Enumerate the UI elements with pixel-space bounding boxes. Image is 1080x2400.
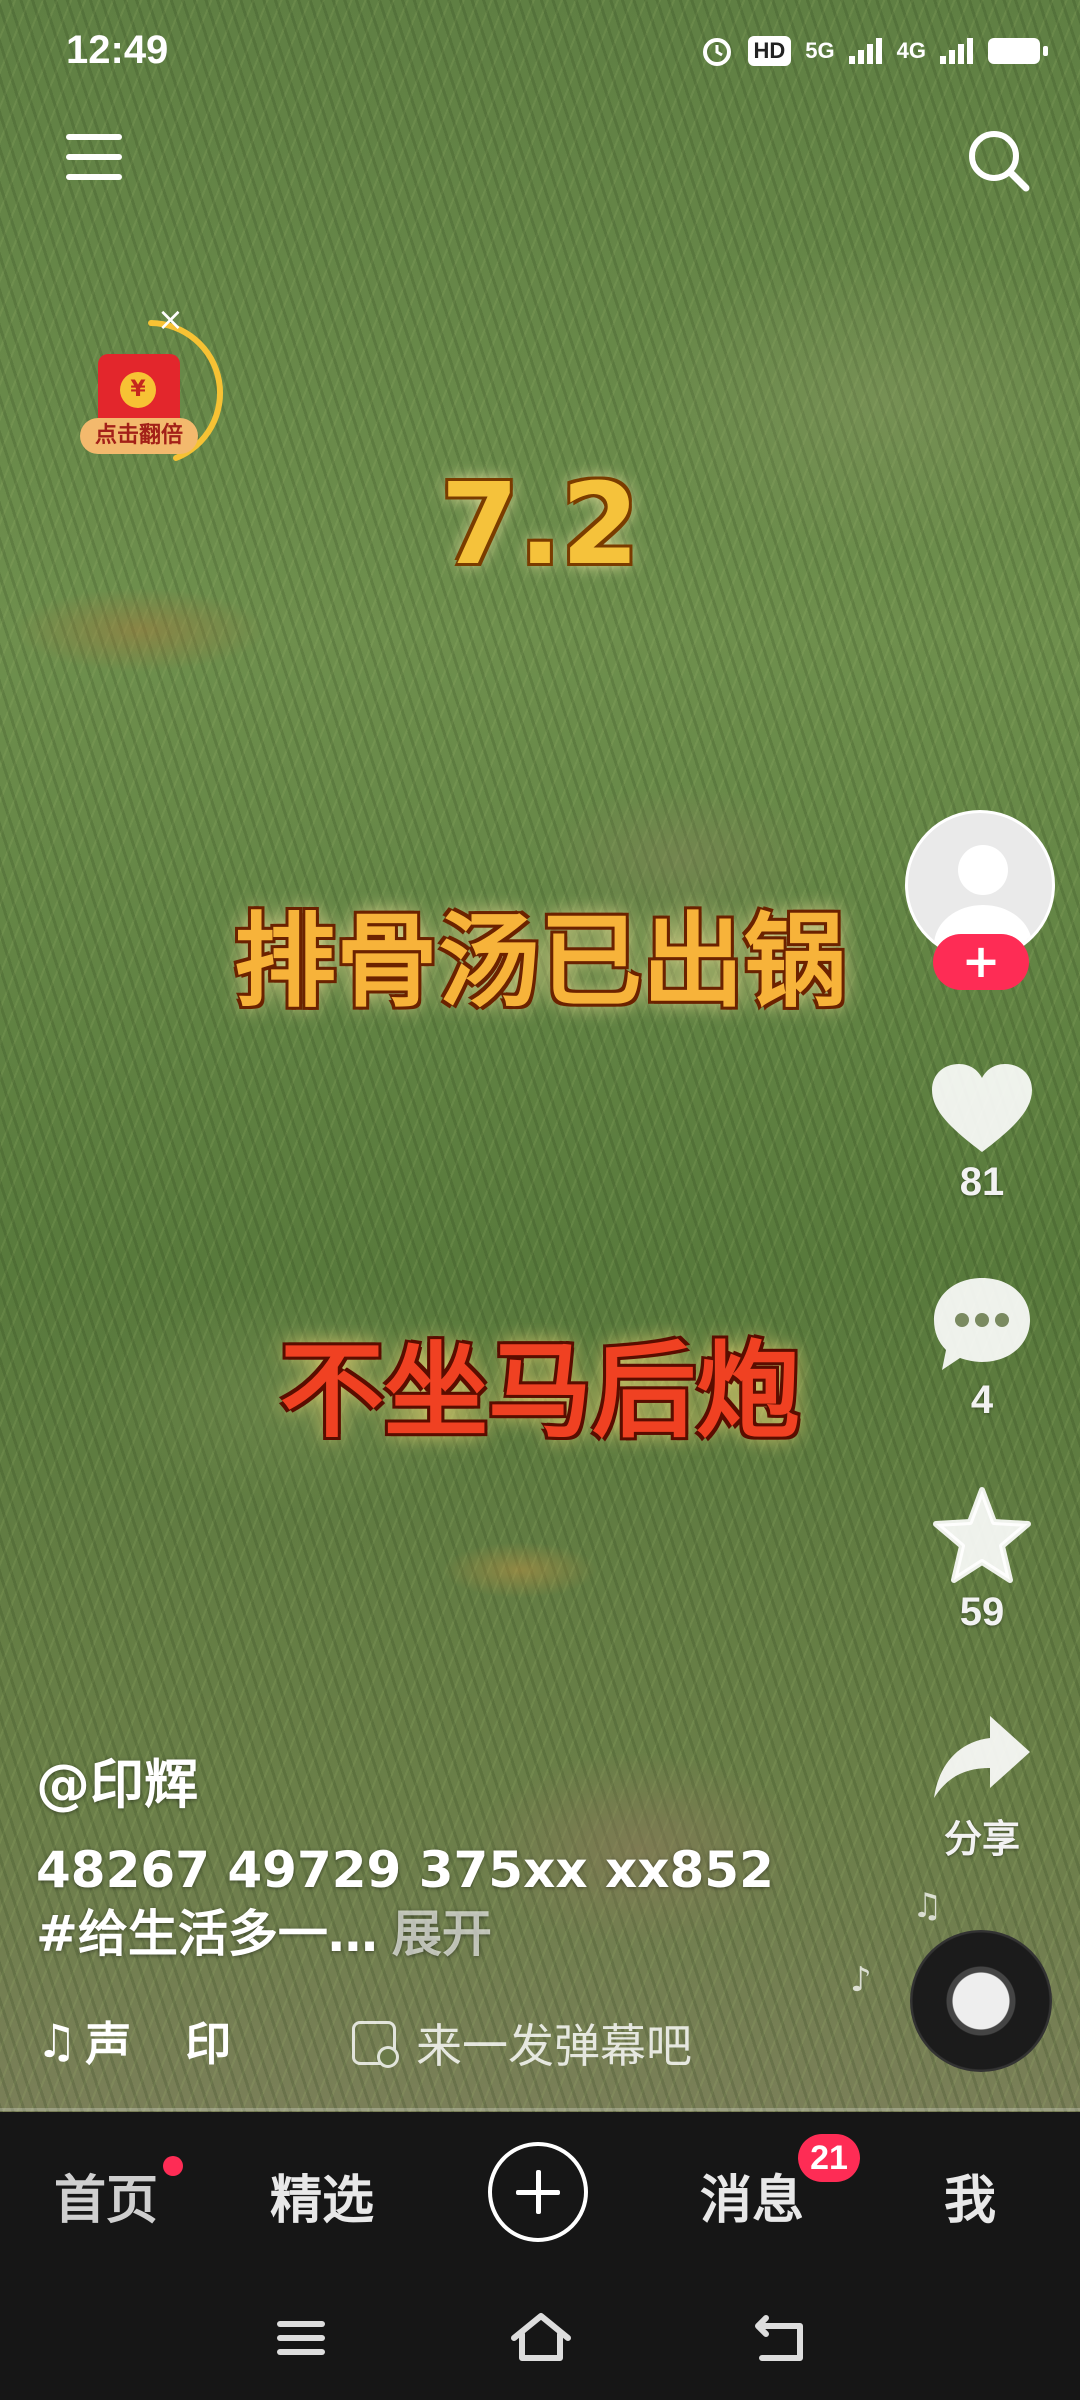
heart-icon <box>932 1064 1032 1152</box>
star-icon <box>933 1487 1031 1583</box>
signal-bars-icon-2 <box>940 38 973 64</box>
comment-count: 4 <box>970 1378 994 1422</box>
music-text-2: 印 <box>185 2017 232 2071</box>
share-arrow-icon <box>934 1716 1030 1798</box>
comment-button[interactable]: 4 <box>920 1274 1044 1423</box>
alarm-icon <box>702 38 731 66</box>
music-text-1: 声 <box>85 2017 132 2071</box>
share-button[interactable]: 分享 <box>920 1712 1044 1863</box>
expand-link[interactable]: 展开 <box>392 1905 492 1963</box>
red-packet-close-icon[interactable]: × <box>157 300 184 338</box>
home-icon[interactable] <box>506 2308 576 2368</box>
post-description: 48267 49729 375xx xx852 #给生活多一… 展开 <box>36 1838 816 1966</box>
music-icon: ♫ <box>36 2014 78 2068</box>
music-note-icon-2: ♪ <box>850 1960 872 2000</box>
tab-home[interactable]: 首页 <box>54 2158 158 2233</box>
tab-bar: 首页 精选 消息 21 我 <box>0 2112 1080 2272</box>
like-count: 81 <box>959 1160 1005 1204</box>
video-caption-date: 7.2 <box>440 460 640 590</box>
danmu-placeholder: 来一发弹幕吧 <box>416 2019 692 2073</box>
red-packet-label: 点击翻倍 <box>80 418 198 454</box>
music-note-icon: ♫ <box>912 1886 943 1926</box>
tab-messages[interactable]: 消息 <box>700 2158 804 2233</box>
tab-me[interactable]: 我 <box>944 2158 996 2233</box>
search-icon[interactable] <box>966 128 1032 194</box>
home-notification-dot <box>163 2156 183 2176</box>
tab-featured[interactable]: 精选 <box>270 2158 374 2233</box>
follow-button[interactable]: + <box>933 934 1029 990</box>
video-progress-bar[interactable] <box>0 2108 1080 2111</box>
video-caption-line2: 不坐马后炮 <box>279 1330 800 1452</box>
battery-icon <box>988 38 1048 64</box>
like-button[interactable]: 81 <box>920 1062 1044 1205</box>
danmu-input[interactable]: 来一发弹幕吧 <box>352 2010 692 2076</box>
coin-icon: ¥ <box>120 372 156 408</box>
music-disc-icon[interactable] <box>910 1930 1052 2072</box>
signal-bars-icon <box>848 38 882 64</box>
comment-icon <box>934 1278 1030 1370</box>
recent-apps-icon[interactable] <box>266 2308 336 2368</box>
signal-4g-icon: 4G <box>896 38 926 63</box>
system-nav-bar <box>0 2272 1080 2400</box>
hd-icon: HD <box>747 36 792 66</box>
menu-icon[interactable] <box>66 134 124 184</box>
music-info[interactable]: ♫ 声 印 <box>36 2008 231 2074</box>
status-icons: HD 5G 4G <box>700 34 1048 68</box>
danmu-icon <box>352 2021 399 2068</box>
signal-5g-icon: 5G <box>805 38 835 63</box>
create-button[interactable] <box>488 2142 588 2242</box>
author-avatar-group: + <box>905 810 1057 990</box>
back-icon[interactable] <box>746 2308 816 2368</box>
status-time: 12:49 <box>66 28 169 72</box>
video-caption-line1: 排骨汤已出锅 <box>234 903 846 1022</box>
messages-badge: 21 <box>798 2134 860 2182</box>
author-name[interactable]: @印辉 <box>36 1740 198 1819</box>
favorite-count: 59 <box>959 1590 1005 1634</box>
share-label: 分享 <box>943 1819 1020 1861</box>
status-bar: 12:49 HD 5G 4G <box>0 0 1080 110</box>
red-packet-widget[interactable]: ¥ 点击翻倍 <box>76 318 236 478</box>
favorite-button[interactable]: 59 <box>920 1486 1044 1635</box>
